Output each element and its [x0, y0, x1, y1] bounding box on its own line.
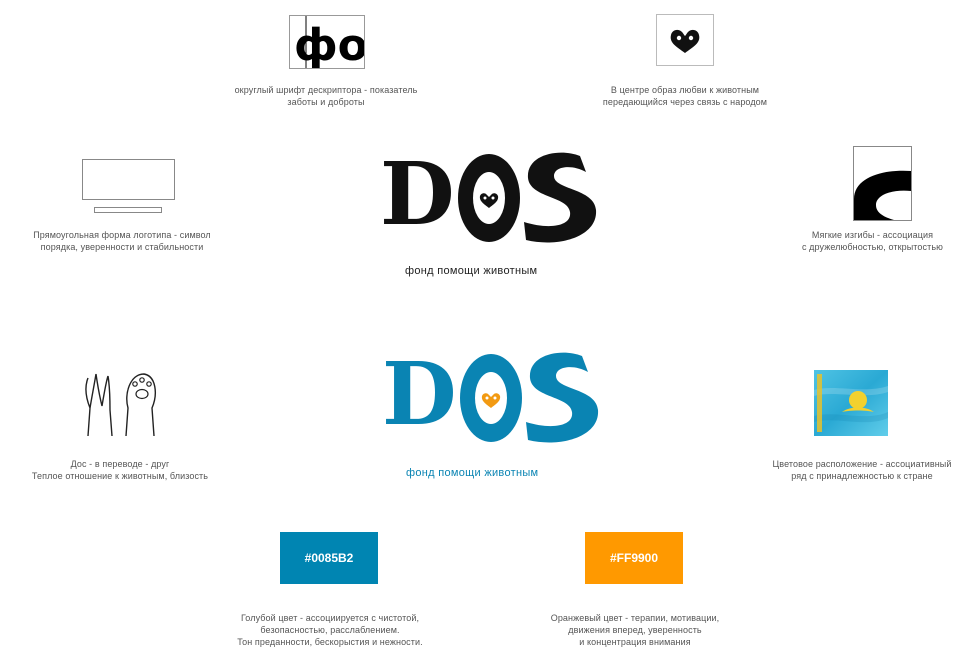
caption-rectangle: Прямоугольная форма логотипа - символ по… — [2, 229, 242, 253]
logo-blue: D — [380, 350, 605, 446]
logo-s-letter — [526, 352, 599, 443]
caption-font: округлый шрифт дескриптора - показатель … — [195, 84, 457, 108]
s-curve-icon — [854, 170, 911, 220]
caption-line: Оранжевый цвет - терапии, мотивации, — [550, 613, 720, 623]
logo-o-letter — [460, 354, 522, 442]
caption-line: Тон преданности, бескорыстия и нежности. — [237, 637, 423, 647]
caption-line: порядка, уверенности и стабильности — [40, 242, 204, 252]
rectangle-base — [94, 207, 162, 213]
brand-concept-board: фо округлый шрифт дескриптора - показате… — [0, 0, 979, 651]
logo-tagline-blue: фонд помощи животным — [406, 467, 539, 479]
caption-meaning: Дос - в переводе - друг Теплое отношение… — [0, 458, 240, 482]
caption-line: Голубой цвет - ассоциируется с чистотой, — [240, 613, 420, 623]
caption-line: Мягкие изгибы - ассоциация — [811, 230, 934, 240]
caption-line: с дружелюбностью, открытостью — [801, 242, 943, 252]
caption-orange: Оранжевый цвет - терапии, мотивации, дви… — [510, 612, 760, 648]
caption-line: округлый шрифт дескриптора - показатель — [234, 85, 418, 95]
caption-center-love: В центре образ любви к животным передающ… — [560, 84, 810, 108]
logo-s-letter — [524, 152, 597, 243]
kazakhstan-flag-image — [814, 370, 888, 436]
caption-line: Теплое отношение к животным, близость — [31, 471, 209, 481]
caption-line: Цветовое расположение - ассоциативный — [772, 459, 952, 469]
caption-line: безопасностью, расслаблением. — [260, 625, 400, 635]
logo-letter-d: D — [380, 144, 455, 245]
font-glyph-icon: фо — [294, 16, 368, 71]
glyph-text: фо — [294, 20, 364, 68]
caption-flag: Цветовое расположение - ассоциативный ря… — [745, 458, 979, 482]
descriptor-font-sample: фо — [289, 15, 368, 71]
caption-line: движения вперед, уверенность — [568, 625, 702, 635]
logo-letter-d: D — [382, 344, 457, 445]
swatch-orange: #FF9900 — [585, 532, 683, 584]
caption-curves: Мягкие изгибы - ассоциация с дружелюбнос… — [770, 229, 975, 253]
logo-tagline-black: фонд помощи животным — [405, 265, 538, 277]
caption-line: заботы и доброты — [287, 97, 365, 107]
caption-line: и концентрация внимания — [579, 637, 691, 647]
curve-sample — [853, 146, 912, 221]
swatch-blue: #0085B2 — [280, 532, 378, 584]
heart-paw-icon — [670, 29, 700, 53]
hand-and-paw-icon — [85, 373, 156, 437]
caption-line: Прямоугольная форма логотипа - символ — [33, 230, 211, 240]
logo-black: D — [378, 150, 603, 246]
rectangle-shape — [82, 159, 175, 200]
logo-o-letter — [458, 154, 520, 242]
caption-line: В центре образ любви к животным — [610, 85, 760, 95]
caption-line: Дос - в переводе - друг — [70, 459, 170, 469]
caption-line: ряд с принадлежностью к стране — [791, 471, 933, 481]
caption-line: передающийся через связь с народом — [602, 97, 768, 107]
caption-blue: Голубой цвет - ассоциируется с чистотой,… — [190, 612, 470, 648]
heart-symbol-sample — [656, 14, 714, 66]
